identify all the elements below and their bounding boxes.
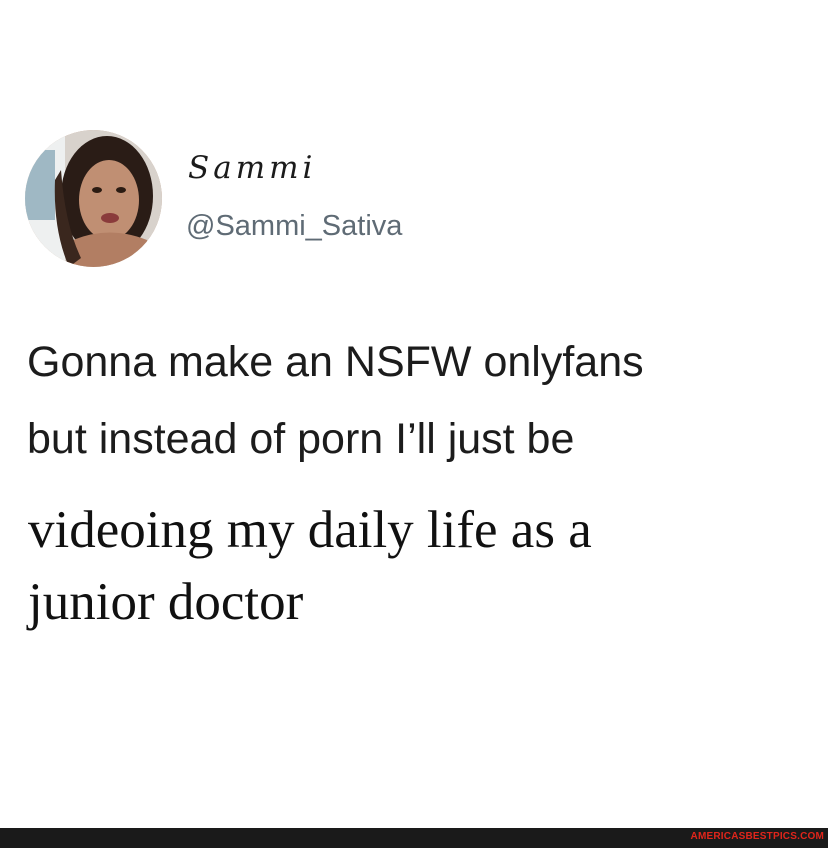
profile-photo-icon xyxy=(25,130,162,267)
site-watermark: AMERICASBESTPICS.COM xyxy=(690,831,824,842)
tweet-card: Sammi @Sammi_Sativa Gonna make an NSFW o… xyxy=(0,0,828,828)
tweet-text-line: Gonna make an NSFW onlyfans xyxy=(27,338,644,386)
caption-text-line: junior doctor xyxy=(28,573,304,631)
avatar[interactable] xyxy=(25,130,162,267)
tweet-text-line: but instead of porn I’ll just be xyxy=(27,415,575,463)
footer-bar: AMERICASBESTPICS.COM xyxy=(0,828,828,848)
username-handle[interactable]: @Sammi_Sativa xyxy=(186,210,402,243)
display-name[interactable]: Sammi xyxy=(188,150,316,186)
caption-text-line: videoing my daily life as a xyxy=(28,501,592,559)
